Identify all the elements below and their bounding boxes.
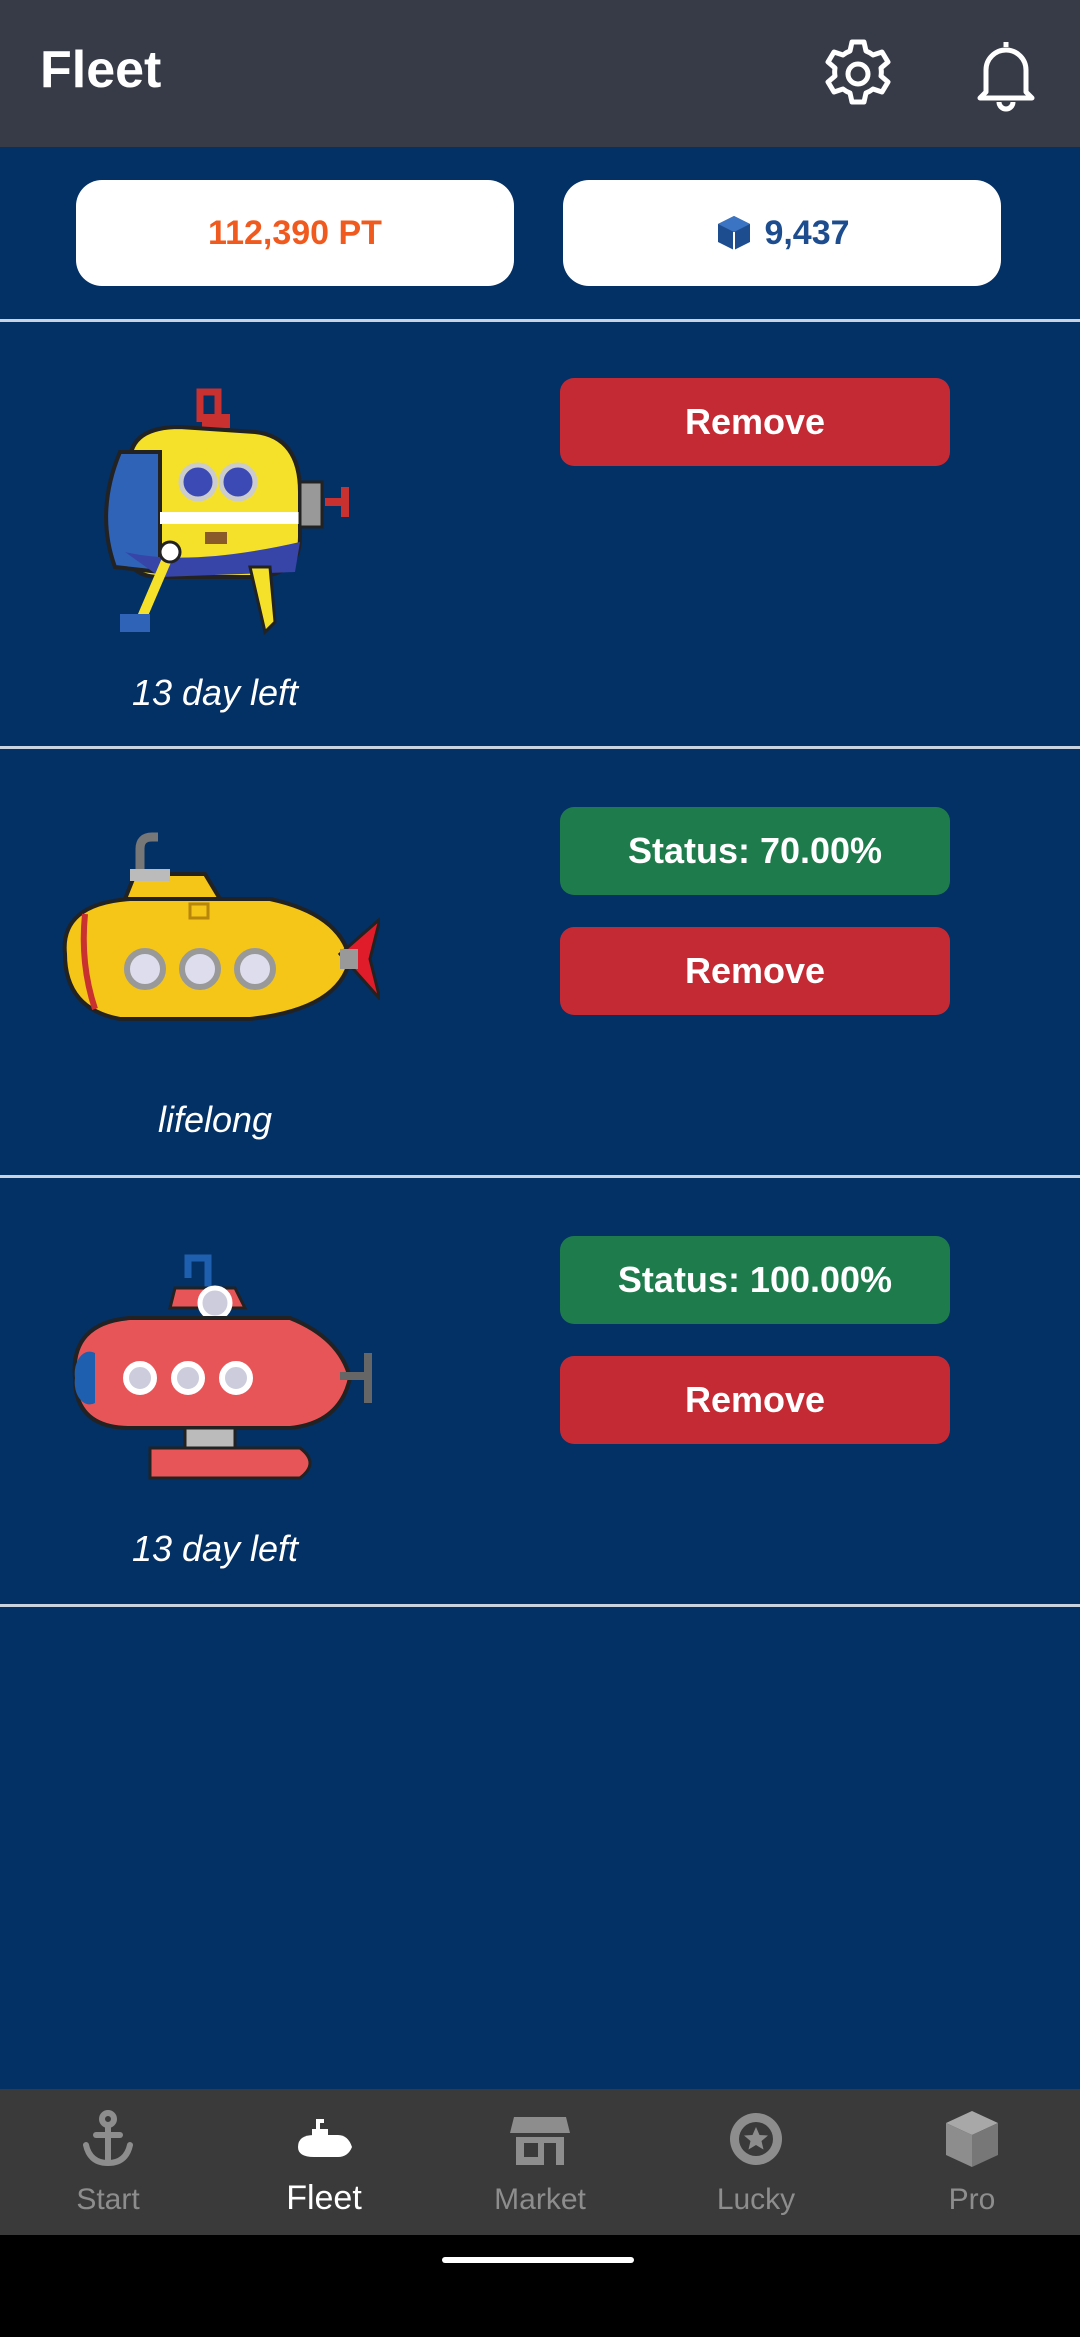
tab-label: Market: [494, 2183, 586, 2216]
bottom-tab-bar: Start Fleet Market Lucky Pro: [0, 2089, 1080, 2235]
app-bar: Fleet: [0, 0, 1080, 147]
roulette-icon: [730, 2113, 782, 2165]
system-nav-bar: [0, 2235, 1080, 2337]
balance-bar: 112,390 PT 9,437: [0, 147, 1080, 321]
remove-button[interactable]: Remove: [560, 1356, 950, 1444]
status-badge: Status: 100.00%: [560, 1236, 950, 1324]
yellow-robot-submarine-image: [104, 388, 349, 635]
anchor-icon: [83, 2110, 133, 2167]
status-badge: Status: 70.00%: [560, 807, 950, 895]
duration-label: 13 day left: [131, 672, 299, 713]
red-submarine-image: [72, 1254, 372, 1480]
remove-button[interactable]: Remove: [560, 378, 950, 466]
tab-market[interactable]: Market: [432, 2089, 648, 2235]
remove-button[interactable]: Remove: [560, 927, 950, 1015]
tab-label: Lucky: [716, 2183, 796, 2216]
cube-icon: [718, 216, 751, 250]
store-icon: [510, 2117, 570, 2165]
divider: [0, 1604, 1080, 1607]
cubes-balance[interactable]: 9,437: [563, 180, 1001, 286]
tab-fleet[interactable]: Fleet: [216, 2089, 432, 2235]
tab-pro[interactable]: Pro: [864, 2089, 1080, 2235]
tab-label: Pro: [948, 2183, 996, 2216]
tab-start[interactable]: Start: [0, 2089, 216, 2235]
gear-icon[interactable]: [818, 34, 898, 114]
fleet-item: lifelong Status: 70.00% Remove: [0, 749, 1080, 1173]
page-title: Fleet: [40, 41, 162, 99]
cube-icon: [946, 2111, 998, 2167]
cubes-value: 9,437: [764, 213, 850, 252]
bell-icon[interactable]: [966, 34, 1046, 114]
duration-label: 13 day left: [131, 1528, 299, 1569]
points-balance[interactable]: 112,390 PT: [76, 180, 514, 286]
home-indicator[interactable]: [442, 2257, 634, 2263]
fleet-item: 13 day left Status: 100.00% Remove: [0, 1178, 1080, 1602]
submarine-icon: [298, 2119, 352, 2157]
yellow-classic-submarine-image: [62, 832, 380, 1021]
duration-label: lifelong: [157, 1099, 273, 1140]
tab-label: Start: [76, 2183, 140, 2216]
tab-lucky[interactable]: Lucky: [648, 2089, 864, 2235]
tab-label: Fleet: [286, 2179, 362, 2217]
fleet-item: 13 day left Remove: [0, 322, 1080, 746]
